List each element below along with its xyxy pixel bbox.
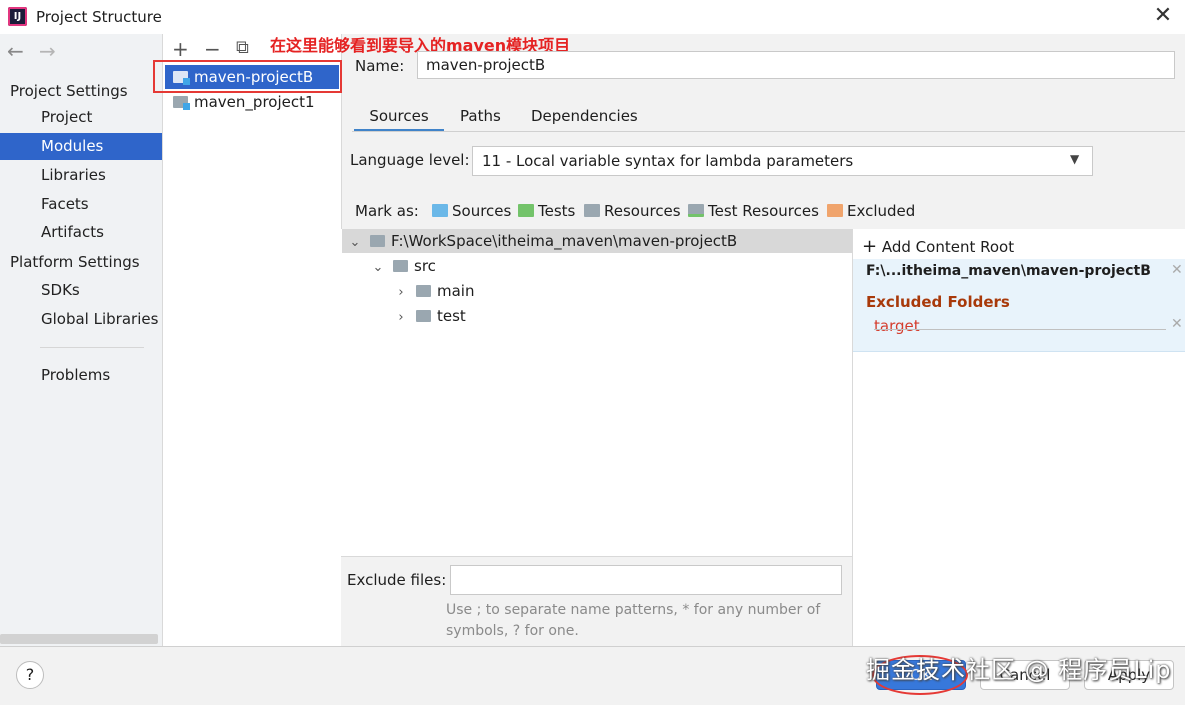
test-resources-folder-icon [688,204,704,217]
folder-icon [416,310,431,322]
remove-icon[interactable]: − [204,37,221,61]
mark-tests-button[interactable]: Tests [518,202,575,220]
annotation-highlight-box [153,60,342,93]
mark-as-label: Mark as: [355,202,419,220]
module-item-maven-project1[interactable]: maven_project1 [165,90,339,114]
folder-icon [416,285,431,297]
tab-dependencies[interactable]: Dependencies [531,106,638,132]
excluded-folders-header: Excluded Folders [866,293,1010,311]
excluded-folder-icon [827,204,843,217]
language-level-label: Language level: [350,151,470,169]
mark-excluded-button[interactable]: Excluded [827,202,915,220]
chevron-down-icon: ▼ [1070,152,1080,166]
nav-item-sdks[interactable]: SDKs [0,277,162,304]
project-settings-header: Project Settings [10,82,128,100]
tree-node-main[interactable]: › main [394,279,474,303]
language-level-dropdown[interactable]: 11 - Local variable syntax for lambda pa… [472,146,1093,176]
remove-root-icon[interactable]: ✕ [1171,262,1183,278]
nav-item-facets[interactable]: Facets [0,191,162,218]
copy-icon[interactable]: ⧉ [236,37,249,58]
content-root-path: F:\...itheima_maven\maven-projectB [866,263,1151,279]
add-content-root-button[interactable]: + Add Content Root [862,236,1014,257]
intellij-app-icon: IJ [8,7,27,26]
tree-node-src[interactable]: ⌄ src [371,254,436,278]
mark-sources-button[interactable]: Sources [432,202,511,220]
add-icon: + [862,236,878,257]
exclude-files-input[interactable] [450,565,842,595]
excluded-item-divider [874,329,1166,330]
exclude-files-hint: Use ; to separate name patterns, * for a… [446,602,821,639]
nav-item-problems[interactable]: Problems [0,362,162,389]
chevron-right-icon: › [398,310,404,325]
nav-item-project[interactable]: Project [0,104,162,131]
exclude-files-label: Exclude files: [347,571,447,589]
sidebar-scrollbar[interactable] [0,634,158,644]
chevron-down-icon: ⌄ [372,260,384,275]
tab-paths[interactable]: Paths [460,106,501,132]
chevron-down-icon: ⌄ [349,235,361,250]
nav-item-artifacts[interactable]: Artifacts [0,219,162,246]
nav-item-global-libraries[interactable]: Global Libraries [0,306,162,333]
module-label: maven_project1 [194,93,315,111]
nav-item-modules[interactable]: Modules [0,133,162,160]
folder-icon [393,260,408,272]
module-name-input[interactable] [417,51,1175,79]
nav-item-libraries[interactable]: Libraries [0,162,162,189]
add-icon[interactable]: + [172,37,189,61]
close-icon[interactable]: ✕ [1152,2,1174,30]
mark-resources-button[interactable]: Resources [584,202,681,220]
window-title: Project Structure [36,8,162,26]
platform-settings-header: Platform Settings [10,253,140,271]
name-label: Name: [355,57,405,75]
tab-sources[interactable]: Sources [354,106,444,132]
tests-folder-icon [518,204,534,217]
tab-underline [352,131,1185,132]
chevron-right-icon: › [398,285,404,300]
remove-excluded-icon[interactable]: ✕ [1171,316,1183,332]
watermark: 掘金技术社区 @ 程序员Lip [866,656,1172,684]
module-folder-icon [173,96,190,110]
mark-test-resources-button[interactable]: Test Resources [688,202,819,220]
title-bar [0,0,1185,34]
forward-arrow-icon[interactable]: → [39,40,56,62]
resources-folder-icon [584,204,600,217]
tree-root-node[interactable]: ⌄ F:\WorkSpace\itheima_maven\maven-projec… [348,229,738,253]
back-arrow-icon[interactable]: ← [7,40,24,62]
nav-divider [40,347,144,348]
help-button[interactable]: ? [16,661,44,689]
tree-node-test[interactable]: › test [394,304,465,328]
module-list-panel [163,34,342,646]
excluded-folder-item[interactable]: target [874,317,920,335]
sources-folder-icon [432,204,448,217]
folder-icon [370,235,385,247]
